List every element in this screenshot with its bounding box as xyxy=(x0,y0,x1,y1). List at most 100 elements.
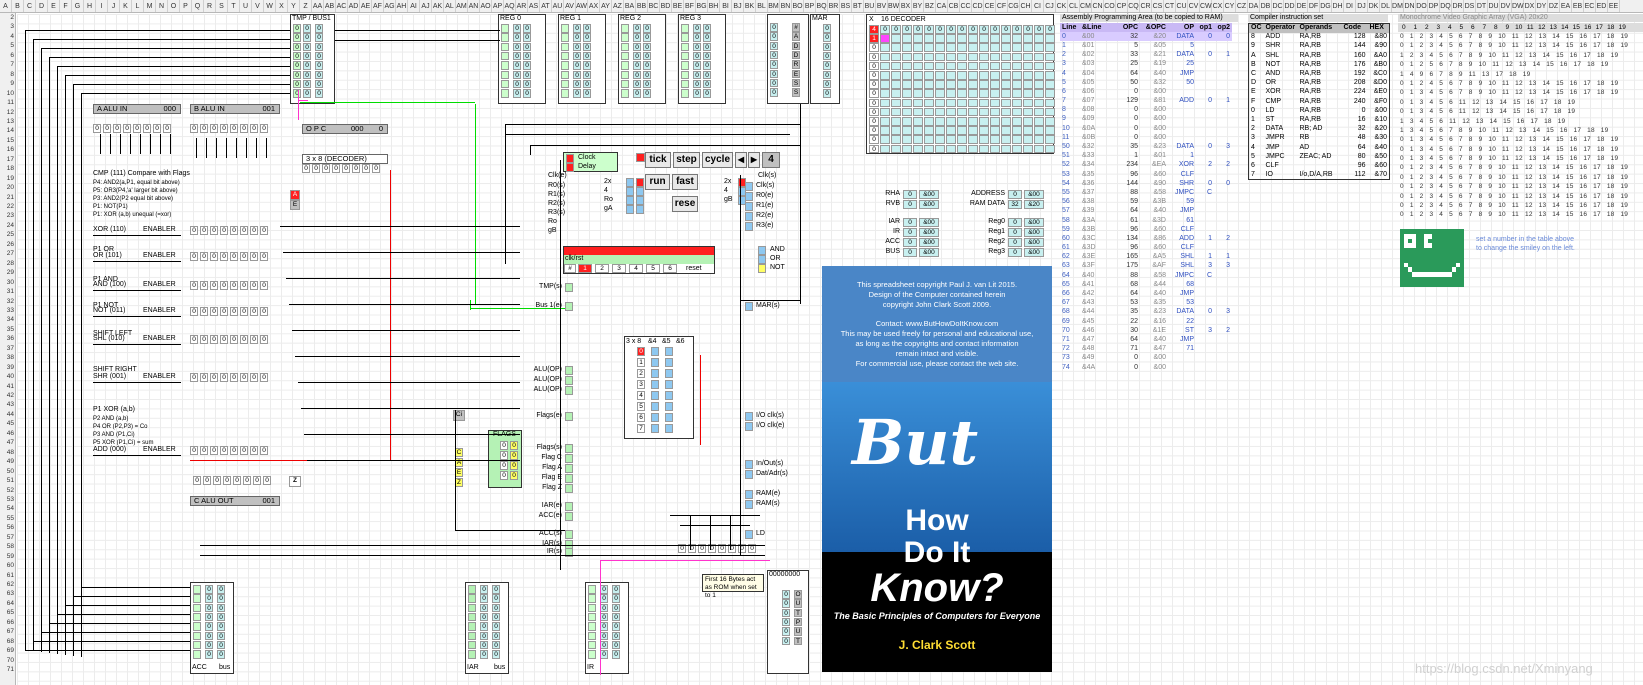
asm-cell[interactable] xyxy=(1168,363,1196,372)
asm-cell[interactable] xyxy=(1196,60,1214,69)
asm-row[interactable]: 53 &35 96 &60 CLF xyxy=(1060,170,1232,179)
asm-cell[interactable] xyxy=(1214,152,1232,161)
row-header[interactable]: 58 xyxy=(0,542,16,551)
column-header[interactable]: BR xyxy=(828,0,840,12)
row-header[interactable]: 47 xyxy=(0,438,16,447)
asm-cell[interactable]: 53 xyxy=(1168,299,1196,308)
column-header[interactable]: AN xyxy=(468,0,480,12)
asm-cell[interactable]: 32 xyxy=(1108,32,1140,41)
vga-row[interactable]: 0 1 2 3 4 5 6 7 8 9 10 11 12 13 14 15 16… xyxy=(1398,41,1643,50)
asm-cell[interactable]: 56 xyxy=(1060,198,1080,207)
asm-cell[interactable]: 22 xyxy=(1108,317,1140,326)
column-header[interactable]: ED xyxy=(1596,0,1608,12)
column-header[interactable]: AE xyxy=(360,0,372,12)
column-header[interactable]: CI xyxy=(1032,0,1044,12)
run-button[interactable]: run xyxy=(645,174,670,190)
asm-cell[interactable]: 73 xyxy=(1060,354,1080,363)
asm-cell[interactable]: 5 xyxy=(1060,78,1080,87)
column-header[interactable]: BG xyxy=(696,0,708,12)
asm-cell[interactable]: 58 xyxy=(1060,216,1080,225)
asm-cell[interactable]: 9 xyxy=(1060,115,1080,124)
column-header[interactable]: O xyxy=(168,0,180,12)
asm-cell[interactable]: 96 xyxy=(1108,170,1140,179)
asm-cell[interactable]: JMPC xyxy=(1168,188,1196,197)
column-header[interactable]: AY xyxy=(600,0,612,12)
fast-button[interactable]: fast xyxy=(672,174,698,190)
asm-cell[interactable]: 175 xyxy=(1108,262,1140,271)
vga-row[interactable]: 1 3 4 5 6 7 8 9 10 11 12 13 14 15 16 17 … xyxy=(1398,126,1643,135)
column-header[interactable]: DM xyxy=(1392,0,1404,12)
asm-cell[interactable]: &00 xyxy=(1140,354,1168,363)
asm-cell[interactable]: &3F xyxy=(1080,262,1108,271)
column-header[interactable]: AP xyxy=(492,0,504,12)
asm-cell[interactable]: &36 xyxy=(1080,179,1108,188)
asm-cell[interactable]: 71 xyxy=(1108,345,1140,354)
asm-row[interactable]: 68 &44 35 &23 DATA 0 3 xyxy=(1060,308,1232,317)
asm-cell[interactable]: SHL xyxy=(1168,262,1196,271)
asm-cell[interactable]: &39 xyxy=(1080,207,1108,216)
asm-cell[interactable]: 22 xyxy=(1168,317,1196,326)
asm-row[interactable]: 66 &42 64 &40 JMP xyxy=(1060,289,1232,298)
asm-cell[interactable] xyxy=(1214,244,1232,253)
column-header[interactable]: AC xyxy=(336,0,348,12)
column-header[interactable]: BU xyxy=(864,0,876,12)
asm-row[interactable]: 11 &0B 0 &00 xyxy=(1060,133,1232,142)
asm-cell[interactable]: &01 xyxy=(1140,152,1168,161)
asm-cell[interactable]: &3B xyxy=(1080,225,1108,234)
asm-cell[interactable]: 61 xyxy=(1060,244,1080,253)
column-header[interactable]: DN xyxy=(1404,0,1416,12)
column-header[interactable]: DU xyxy=(1488,0,1500,12)
column-header[interactable]: Z xyxy=(300,0,312,12)
asm-cell[interactable]: C xyxy=(1196,271,1214,280)
asm-cell[interactable]: 50 xyxy=(1060,142,1080,151)
vga-row[interactable]: 0 1 2 3 4 5 6 7 8 9 10 11 12 13 14 15 16… xyxy=(1398,192,1643,201)
asm-cell[interactable]: 0 xyxy=(1214,179,1232,188)
row-header[interactable]: 13 xyxy=(0,117,16,126)
asm-cell[interactable]: 88 xyxy=(1108,188,1140,197)
column-header[interactable]: DB xyxy=(1260,0,1272,12)
row-header[interactable]: 6 xyxy=(0,51,16,60)
asm-cell[interactable]: &AF xyxy=(1140,262,1168,271)
asm-cell[interactable]: 64 xyxy=(1108,335,1140,344)
asm-cell[interactable]: &09 xyxy=(1080,115,1108,124)
asm-cell[interactable]: &23 xyxy=(1140,308,1168,317)
vga-row[interactable]: 0 1 3 4 5 6 11 12 13 14 15 16 17 18 19 xyxy=(1398,98,1643,107)
column-header[interactable]: BS xyxy=(840,0,852,12)
column-header[interactable]: AU xyxy=(552,0,564,12)
asm-row[interactable]: 71 &47 64 &40 JMP xyxy=(1060,335,1232,344)
asm-cell[interactable]: 1 xyxy=(1196,234,1214,243)
column-header[interactable]: AT xyxy=(540,0,552,12)
row-header[interactable]: 25 xyxy=(0,230,16,239)
asm-cell[interactable]: 144 xyxy=(1108,179,1140,188)
asm-cell[interactable]: SHR xyxy=(1168,179,1196,188)
asm-row[interactable]: 67 &43 53 &35 53 xyxy=(1060,299,1232,308)
asm-row[interactable]: 7 &07 129 &81 ADD 0 1 xyxy=(1060,97,1232,106)
step-button[interactable]: step xyxy=(673,152,700,168)
column-header[interactable]: AD xyxy=(348,0,360,12)
column-header[interactable]: G xyxy=(72,0,84,12)
row-header[interactable]: 40 xyxy=(0,372,16,381)
asm-cell[interactable] xyxy=(1196,244,1214,253)
asm-row[interactable]: 51 &33 1 &01 1 xyxy=(1060,152,1232,161)
asm-table[interactable]: Line &Line OPC &OPC OP op1 op2 0 &00 32 &20 DATA 0 0 1… xyxy=(1060,23,1232,372)
column-header[interactable]: CC xyxy=(960,0,972,12)
row-header[interactable]: 37 xyxy=(0,344,16,353)
asm-cell[interactable]: 33 xyxy=(1108,51,1140,60)
column-header[interactable]: I xyxy=(96,0,108,12)
row-header[interactable]: 61 xyxy=(0,571,16,580)
asm-cell[interactable]: &48 xyxy=(1080,345,1108,354)
asm-row[interactable]: 62 &3E 165 &A5 SHL 1 1 xyxy=(1060,253,1232,262)
asm-cell[interactable]: 234 xyxy=(1108,161,1140,170)
asm-row[interactable]: 4 &04 64 &40 JMP xyxy=(1060,69,1232,78)
asm-cell[interactable] xyxy=(1196,289,1214,298)
row-header[interactable]: 7 xyxy=(0,60,16,69)
asm-cell[interactable]: 50 xyxy=(1108,78,1140,87)
asm-row[interactable]: 56 &38 59 &3B 59 xyxy=(1060,198,1232,207)
asm-cell[interactable]: &47 xyxy=(1080,335,1108,344)
vga-row[interactable]: 0 1 2 4 5 6 7 8 9 10 11 12 13 14 15 16 1… xyxy=(1398,79,1643,88)
asm-cell[interactable]: &35 xyxy=(1140,299,1168,308)
asm-cell[interactable]: 2 xyxy=(1196,161,1214,170)
asm-cell[interactable]: 6 xyxy=(1060,87,1080,96)
asm-cell[interactable]: 71 xyxy=(1168,345,1196,354)
column-header[interactable]: DP xyxy=(1428,0,1440,12)
